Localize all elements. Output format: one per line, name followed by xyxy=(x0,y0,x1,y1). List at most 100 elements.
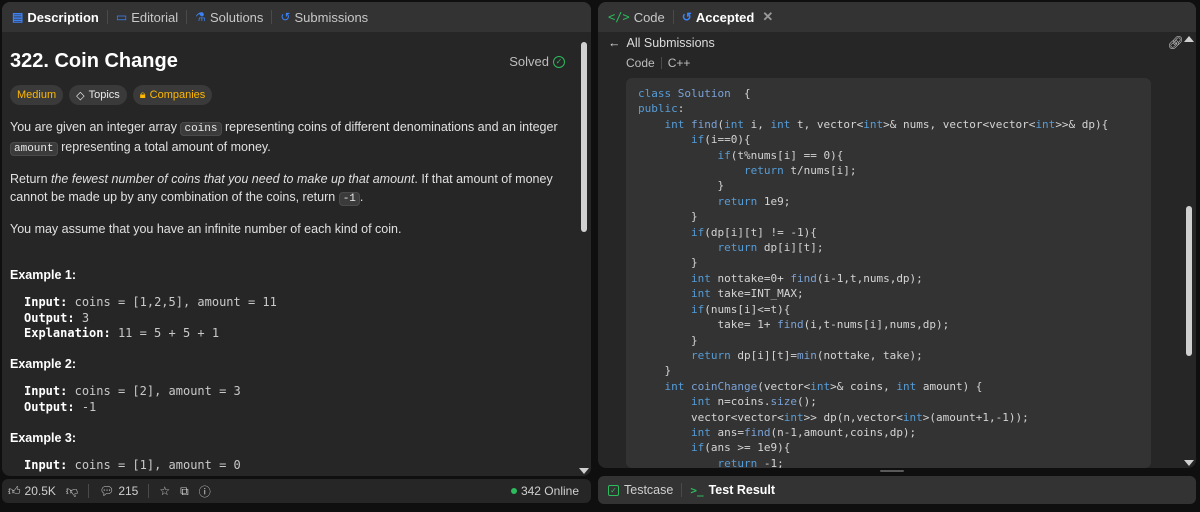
submissions-icon: ↺ xyxy=(280,10,291,24)
example-3-title: Example 3: xyxy=(10,431,77,445)
close-icon[interactable]: ✕ xyxy=(762,9,773,25)
code-panel: </> Code ↺ Accepted ✕ ← All Submissions … xyxy=(598,2,1196,468)
tab-solutions[interactable]: ⚗ Solutions xyxy=(191,10,267,25)
tab-divider xyxy=(672,10,674,24)
like-button[interactable]: 👍︎ 20.5K xyxy=(8,484,56,499)
thumbs-up-icon: 👍︎ xyxy=(8,483,21,498)
scrollbar-thumb[interactable] xyxy=(581,42,587,232)
scroll-down-icon[interactable] xyxy=(1184,460,1194,466)
online-indicator: 342 Online xyxy=(510,484,579,498)
difficulty-label: Medium xyxy=(17,89,57,101)
help-button[interactable]: ⓘ xyxy=(199,483,211,500)
code-token: i, xyxy=(750,117,771,131)
all-submissions-link[interactable]: ← All Submissions xyxy=(608,36,715,50)
editorial-icon: ▭ xyxy=(115,10,128,24)
scrollbar-thumb[interactable] xyxy=(1186,206,1192,356)
panel-resize-handle[interactable] xyxy=(880,470,904,472)
code-token: int xyxy=(664,117,691,131)
problem-title[interactable]: 322. Coin Change xyxy=(10,50,178,73)
code-token: int xyxy=(810,379,831,393)
share-icon: ⧉ xyxy=(180,483,189,498)
code-token: return xyxy=(690,348,738,362)
code-token: } xyxy=(638,256,698,270)
inline-code: coins xyxy=(180,122,222,136)
code-icon: </> xyxy=(608,10,630,24)
code-lines: class Solution {public: int find(int i, … xyxy=(638,86,1151,468)
code-token: int xyxy=(690,271,718,285)
scroll-up-icon[interactable] xyxy=(1184,36,1194,42)
terminal-icon: >_ xyxy=(690,483,704,497)
desc-text: . xyxy=(359,190,364,204)
tab-description-label: Description xyxy=(27,9,99,25)
tab-accepted[interactable]: ↺ Accepted ✕ xyxy=(678,9,778,25)
input-label: Input: xyxy=(24,384,68,398)
code-token: find xyxy=(691,117,718,131)
tab-code[interactable]: </> Code xyxy=(604,10,669,25)
title-row: 322. Coin Change Solved ✓ xyxy=(10,50,565,73)
code-token: min xyxy=(796,348,817,362)
code-token: if xyxy=(690,133,705,147)
code-token: int xyxy=(664,379,691,393)
companies-label: Companies xyxy=(149,89,206,101)
code-token: find xyxy=(743,425,771,439)
code-token: (nums[i]<=t){ xyxy=(704,302,791,316)
footer-divider xyxy=(88,484,90,498)
scroll-down-icon[interactable] xyxy=(579,468,589,474)
code-token: (dp[i][t] != -1){ xyxy=(704,225,817,239)
code-line: if(i==0){ xyxy=(638,132,1151,147)
check-circle-icon: ✓ xyxy=(553,55,565,68)
tab-editorial-label: Editorial xyxy=(131,9,179,25)
inline-code: amount xyxy=(10,142,58,156)
tab-submissions[interactable]: ↺ Submissions xyxy=(276,10,372,25)
inline-code: -1 xyxy=(338,192,360,206)
tab-test-result[interactable]: >_ Test Result xyxy=(690,483,775,497)
footer-divider xyxy=(148,484,150,498)
code-line: int take=INT_MAX; xyxy=(638,286,1151,301)
code-scrollbar[interactable] xyxy=(1184,36,1194,466)
code-token: >> dp(n,vector< xyxy=(803,410,903,424)
code-line: } xyxy=(638,333,1151,348)
dislike-button[interactable]: 👎︎ xyxy=(66,484,78,499)
desc-text: representing coins of different denomina… xyxy=(221,120,558,134)
link-icon[interactable]: 🔗︎ xyxy=(1167,35,1184,51)
code-token: if xyxy=(690,302,705,316)
code-token: take=INT_MAX; xyxy=(717,287,804,301)
code-token: t/nums[i]; xyxy=(790,164,857,178)
code-line: if(ans >= 1e9){ xyxy=(638,440,1151,455)
tab-description[interactable]: ▤ Description xyxy=(8,10,103,25)
code-token: (i,t-nums[i],nums,dp); xyxy=(803,318,950,332)
tab-editorial[interactable]: ▭ Editorial xyxy=(112,10,182,25)
code-token: find xyxy=(790,271,817,285)
comments-button[interactable]: 💬︎ 215 xyxy=(99,484,138,498)
solutions-icon: ⚗ xyxy=(195,10,206,24)
code-line: return dp[i][t]; xyxy=(638,240,1151,255)
code-token: dp[i][t]= xyxy=(737,348,797,362)
code-line: class Solution { xyxy=(638,86,1151,101)
topics-button[interactable]: ◇ Topics xyxy=(69,85,127,105)
code-token: return xyxy=(743,164,791,178)
tag-icon: ◇ xyxy=(76,89,85,102)
desc-emphasis: the fewest number of coins that you need… xyxy=(51,172,415,186)
tag-row: Medium ◇ Topics 🔒︎ Companies xyxy=(10,85,213,105)
favorite-button[interactable]: ☆ xyxy=(159,484,170,498)
tab-submissions-label: Submissions xyxy=(294,9,369,25)
test-result-label: Test Result xyxy=(708,483,776,497)
arrow-left-icon: ← xyxy=(608,36,621,50)
description-scrollbar[interactable] xyxy=(579,34,589,474)
tab-code-label: Code xyxy=(633,9,665,25)
left-tabbar: ▤ Description ▭ Editorial ⚗ Solutions ↺ … xyxy=(2,2,591,32)
input-value: coins = [2], amount = 3 xyxy=(74,384,241,398)
companies-button[interactable]: 🔒︎ Companies xyxy=(132,85,213,105)
code-token: (ans >= 1e9){ xyxy=(704,441,791,455)
code-line: if(nums[i]<=t){ xyxy=(638,302,1151,317)
code-token: public xyxy=(638,102,678,116)
code-line: } xyxy=(638,255,1151,270)
code-line: int find(int i, int t, vector<int>& nums… xyxy=(638,117,1151,132)
share-button[interactable]: ⧉ xyxy=(180,484,189,499)
comment-icon: 💬︎ xyxy=(99,484,115,498)
tab-testcase[interactable]: ✓ Testcase xyxy=(608,483,673,497)
